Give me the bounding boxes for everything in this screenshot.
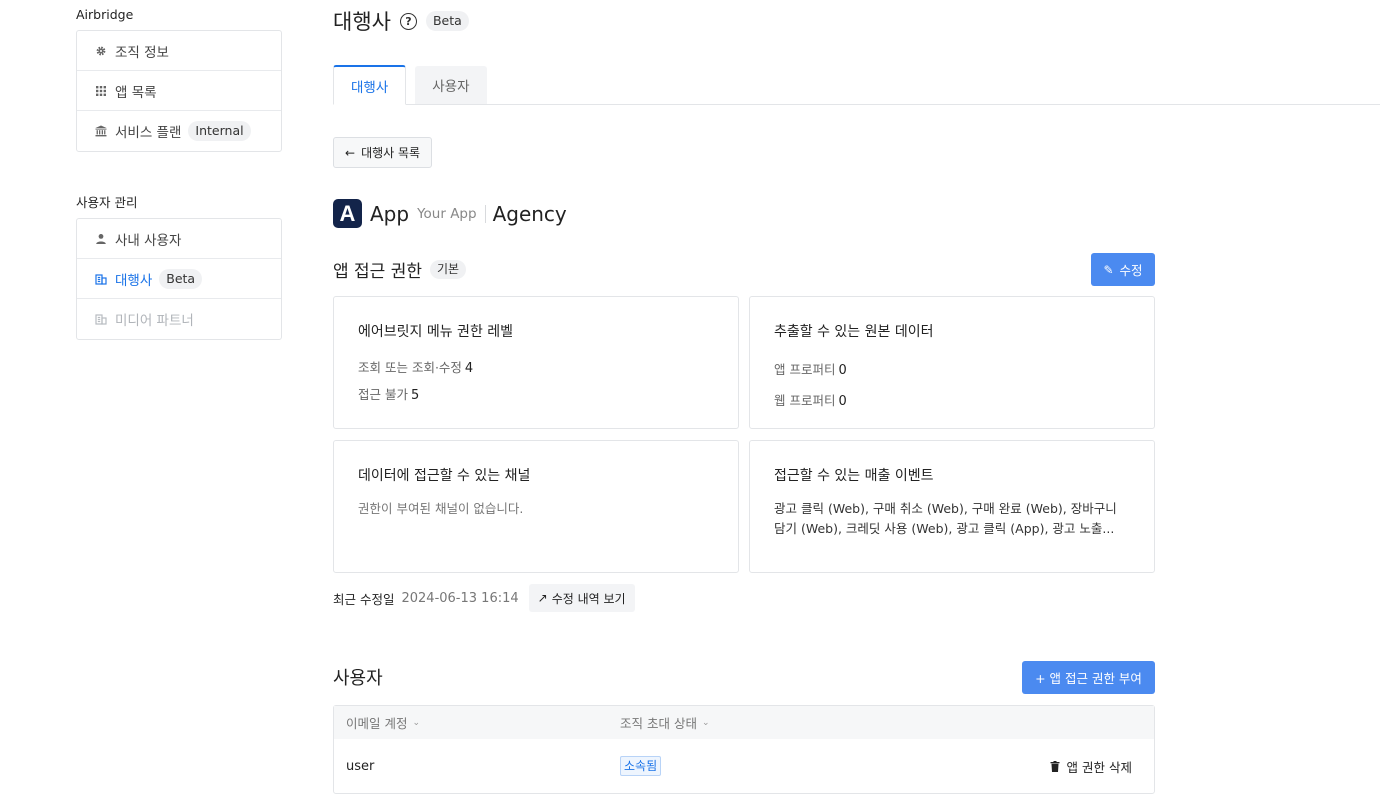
column-email-label: 이메일 계정 xyxy=(346,716,408,731)
person-icon xyxy=(94,232,108,246)
line-label: 조회 또는 조회·수정 xyxy=(358,360,462,375)
gear-icon xyxy=(94,44,108,58)
chevron-down-icon: ⌄ xyxy=(701,717,710,728)
line-label: 접근 불가 xyxy=(358,387,408,402)
sidebar-item-service-plan[interactable]: 서비스 플랜 Internal xyxy=(77,111,281,151)
sidebar-item-agency[interactable]: 대행사 Beta xyxy=(77,259,281,299)
trash-icon xyxy=(1050,760,1060,772)
sidebar-item-label: 대행사 xyxy=(115,272,153,289)
tab-agency[interactable]: 대행사 xyxy=(333,65,407,105)
app-logo: A xyxy=(333,199,362,228)
view-history-button[interactable]: ↗ 수정 내역 보기 xyxy=(528,584,635,612)
edit-access-button[interactable]: ✎ 수정 xyxy=(1091,253,1155,286)
access-section-header: 앱 접근 권한 기본 xyxy=(333,257,467,282)
arrow-up-right-icon: ↗ xyxy=(537,591,548,605)
column-status-label: 조직 초대 상태 xyxy=(620,716,697,731)
app-name: App xyxy=(370,201,410,226)
card-title: 추출할 수 있는 원본 데이터 xyxy=(774,324,934,340)
card-line: 앱 프로퍼티 0 xyxy=(774,355,1130,386)
raw-data-card: 추출할 수 있는 원본 데이터 앱 프로퍼티 0 웹 프로퍼티 0 xyxy=(749,296,1155,429)
sidebar-org-group: 조직 정보 앱 목록 서비스 플랜 Internal xyxy=(76,30,282,152)
card-title: 접근할 수 있는 매출 이벤트 xyxy=(774,468,934,484)
line-value: 5 xyxy=(410,388,420,403)
internal-badge: Internal xyxy=(188,121,251,141)
revenue-events-card: 접근할 수 있는 매출 이벤트 광고 클릭 (Web), 구매 취소 (Web)… xyxy=(749,440,1155,573)
users-section-title: 사용자 xyxy=(333,668,383,689)
tab-bar: 대행사 사용자 xyxy=(333,65,1380,105)
card-line: 접근 불가 5 xyxy=(358,382,714,409)
line-value: 0 xyxy=(838,363,847,378)
app-subtitle: Your App xyxy=(417,204,486,223)
chevron-down-icon: ⌄ xyxy=(412,717,421,728)
user-email: user xyxy=(346,758,375,774)
users-table: 이메일 계정 ⌄ 조직 초대 상태 ⌄ user 소속됨 앱 권한 삭제 xyxy=(333,705,1155,794)
page-title: 대행사 xyxy=(333,10,391,34)
delete-app-permission-button[interactable]: 앱 권한 삭제 xyxy=(1050,757,1132,776)
empty-channels-text: 권한이 부여된 채널이 없습니다. xyxy=(358,501,524,516)
building-icon xyxy=(94,272,108,286)
app-header: A App Your App Agency xyxy=(333,199,567,228)
card-line: 웹 프로퍼티 0 xyxy=(774,386,1130,417)
menu-level-card: 에어브릿지 메뉴 권한 레벨 조회 또는 조회·수정 4 접근 불가 5 xyxy=(333,296,739,429)
line-label: 앱 프로퍼티 xyxy=(774,362,836,377)
back-to-agency-list-button[interactable]: ← 대행사 목록 xyxy=(333,137,433,168)
back-button-label: 대행사 목록 xyxy=(361,146,421,160)
sidebar-item-app-list[interactable]: 앱 목록 xyxy=(77,71,281,111)
sidebar-item-label: 사내 사용자 xyxy=(115,232,182,249)
bank-icon xyxy=(94,124,108,138)
line-value: 0 xyxy=(838,394,847,409)
default-badge: 기본 xyxy=(430,260,467,279)
tab-users[interactable]: 사용자 xyxy=(415,66,487,104)
card-line: 조회 또는 조회·수정 4 xyxy=(358,355,714,382)
sidebar: Airbridge 조직 정보 앱 목록 서비스 플랜 Internal 사용자… xyxy=(76,0,282,376)
last-modified-row: 최근 수정일 2024-06-13 16:14 ↗ 수정 내역 보기 xyxy=(333,584,635,612)
help-icon[interactable]: ? xyxy=(399,12,417,30)
sidebar-item-label: 앱 목록 xyxy=(115,84,157,101)
status-badge: 소속됨 xyxy=(620,756,662,776)
card-title: 데이터에 접근할 수 있는 채널 xyxy=(358,468,531,484)
sidebar-item-media-partner[interactable]: 미디어 파트너 xyxy=(77,299,281,339)
sidebar-org-heading: Airbridge xyxy=(76,7,134,22)
edit-button-label: 수정 xyxy=(1119,263,1143,278)
page-header: 대행사 ? Beta xyxy=(333,6,469,36)
arrow-left-icon: ← xyxy=(345,145,356,160)
last-modified-label: 최근 수정일 xyxy=(333,591,395,607)
revenue-events-text: 광고 클릭 (Web), 구매 취소 (Web), 구매 완료 (Web), 장… xyxy=(774,501,1117,536)
view-history-label: 수정 내역 보기 xyxy=(551,591,626,606)
beta-badge: Beta xyxy=(159,268,203,289)
line-label: 웹 프로퍼티 xyxy=(774,393,836,408)
access-section-title: 앱 접근 권한 xyxy=(333,262,423,282)
table-row: user 소속됨 앱 권한 삭제 xyxy=(334,739,1154,793)
sidebar-item-label: 서비스 플랜 xyxy=(115,125,182,141)
sidebar-user-heading: 사용자 관리 xyxy=(76,195,138,210)
grid-icon xyxy=(94,84,108,98)
channels-card: 데이터에 접근할 수 있는 채널 권한이 부여된 채널이 없습니다. xyxy=(333,440,739,573)
column-invite-status[interactable]: 조직 초대 상태 ⌄ xyxy=(620,713,710,732)
column-email[interactable]: 이메일 계정 ⌄ xyxy=(346,713,420,732)
card-title: 에어브릿지 메뉴 권한 레벨 xyxy=(358,324,514,340)
delete-button-label: 앱 권한 삭제 xyxy=(1066,759,1132,775)
line-value: 4 xyxy=(464,361,474,376)
beta-badge: Beta xyxy=(425,11,469,31)
grant-access-button[interactable]: + 앱 접근 권한 부여 xyxy=(1022,661,1155,694)
pencil-icon: ✎ xyxy=(1103,262,1114,277)
building-icon xyxy=(94,312,108,326)
sidebar-item-label: 미디어 파트너 xyxy=(115,313,194,329)
sidebar-item-org-info[interactable]: 조직 정보 xyxy=(77,31,281,71)
sidebar-item-label: 조직 정보 xyxy=(115,44,169,61)
sidebar-item-internal-users[interactable]: 사내 사용자 xyxy=(77,219,281,259)
agency-name: Agency xyxy=(492,201,567,226)
last-modified-date: 2024-06-13 16:14 xyxy=(401,590,519,606)
table-header: 이메일 계정 ⌄ 조직 초대 상태 ⌄ xyxy=(334,706,1154,739)
sidebar-user-group: 사내 사용자 대행사 Beta 미디어 파트너 xyxy=(76,218,282,340)
